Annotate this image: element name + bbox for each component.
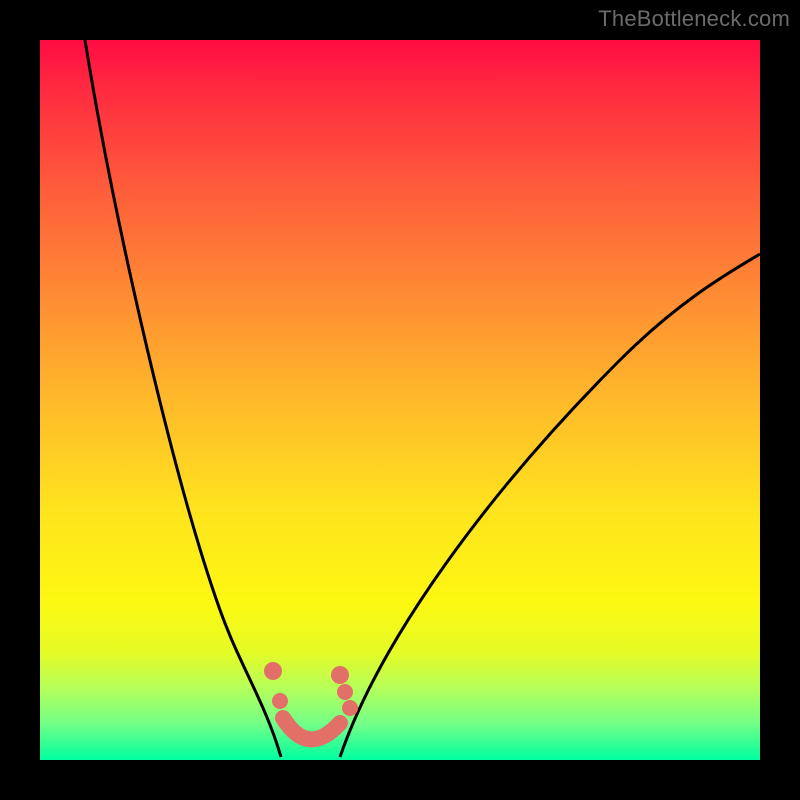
marker-dot: [331, 666, 349, 684]
chart-svg: [40, 40, 760, 760]
marker-dot: [264, 662, 282, 680]
curve-left: [85, 40, 281, 757]
chart-frame: TheBottleneck.com: [0, 0, 800, 800]
chart-plot-area: [40, 40, 760, 760]
curve-right: [340, 254, 760, 757]
marker-dot: [272, 693, 288, 709]
valley-arc: [283, 718, 340, 739]
watermark-text: TheBottleneck.com: [598, 6, 790, 32]
marker-dot: [337, 684, 353, 700]
marker-dot: [342, 700, 358, 716]
